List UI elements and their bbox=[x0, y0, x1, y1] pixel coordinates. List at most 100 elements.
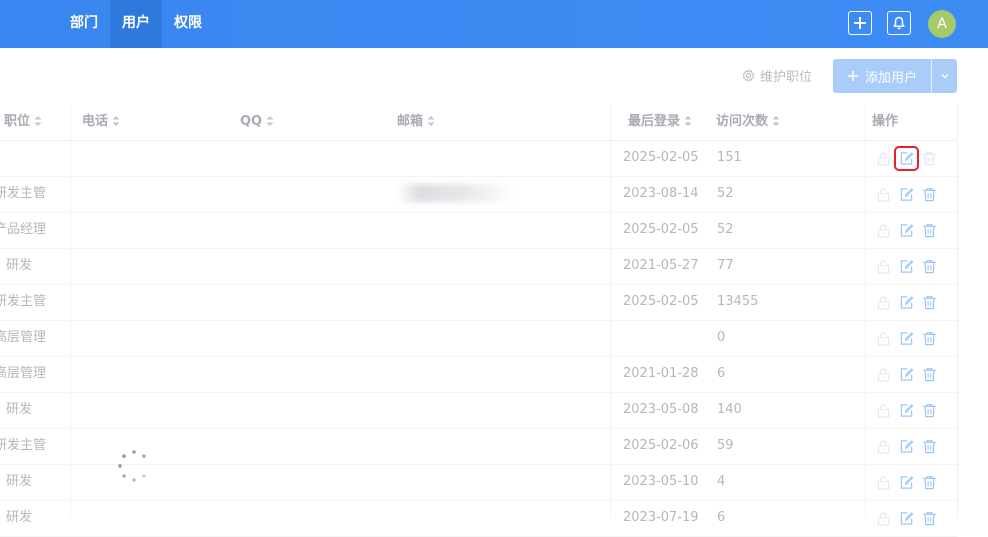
cell-position: 研发 bbox=[6, 474, 33, 489]
user-avatar[interactable]: A bbox=[928, 10, 956, 38]
table-row: 研发 2023-07-19 6 bbox=[0, 500, 957, 537]
sort-icon bbox=[34, 115, 42, 126]
nav-tab-departments[interactable]: 部门 bbox=[60, 0, 108, 48]
table-row: 高层管理 0 bbox=[0, 320, 957, 357]
row-actions bbox=[875, 320, 938, 356]
nav-tab-users[interactable]: 用户 bbox=[110, 0, 162, 48]
add-user-split-button: 添加用户 bbox=[833, 59, 957, 93]
column-header-qq[interactable]: QQ bbox=[240, 104, 275, 140]
top-nav-bar: 部门 用户 权限 A bbox=[0, 0, 988, 48]
delete-button[interactable] bbox=[921, 294, 938, 311]
trash-icon bbox=[923, 367, 936, 381]
maintain-positions-label: 维护职位 bbox=[760, 69, 813, 85]
sort-icon bbox=[772, 115, 780, 126]
cell-last-login: 2025-02-05 bbox=[623, 294, 699, 309]
row-actions bbox=[875, 140, 938, 176]
edit-button[interactable] bbox=[898, 294, 915, 311]
lock-icon bbox=[877, 151, 890, 166]
lock-button[interactable] bbox=[875, 222, 892, 239]
lock-button[interactable] bbox=[875, 366, 892, 383]
delete-button[interactable] bbox=[921, 438, 938, 455]
edit-icon bbox=[900, 295, 914, 309]
cell-visits: 6 bbox=[717, 366, 726, 381]
cell-last-login: 2023-07-19 bbox=[623, 510, 699, 525]
edit-button[interactable] bbox=[898, 474, 915, 491]
edit-button[interactable] bbox=[894, 145, 919, 171]
lock-button[interactable] bbox=[875, 438, 892, 455]
nav-tab-permissions[interactable]: 权限 bbox=[164, 0, 212, 48]
maintain-positions-button[interactable]: 维护职位 bbox=[742, 66, 813, 85]
delete-button[interactable] bbox=[921, 474, 938, 491]
cell-visits: 52 bbox=[717, 186, 734, 201]
delete-button[interactable] bbox=[921, 510, 938, 527]
trash-icon bbox=[923, 151, 936, 165]
delete-button[interactable] bbox=[921, 402, 938, 419]
row-actions bbox=[875, 284, 938, 320]
lock-button[interactable] bbox=[875, 402, 892, 419]
notifications-button[interactable] bbox=[887, 11, 911, 35]
edit-button[interactable] bbox=[898, 402, 915, 419]
edit-button[interactable] bbox=[898, 438, 915, 455]
trash-icon bbox=[923, 331, 936, 345]
loading-spinner-icon bbox=[118, 450, 146, 482]
table-row: 研发主管 2025-02-05 13455 bbox=[0, 284, 957, 321]
delete-button[interactable] bbox=[921, 258, 938, 275]
trash-icon bbox=[923, 295, 936, 309]
cell-visits: 77 bbox=[717, 258, 734, 273]
edit-button[interactable] bbox=[898, 258, 915, 275]
add-button[interactable] bbox=[848, 11, 872, 35]
delete-button[interactable] bbox=[921, 330, 938, 347]
cell-position: 高层管理 bbox=[0, 330, 47, 345]
cell-position: 研发主管 bbox=[0, 294, 47, 309]
lock-icon bbox=[877, 475, 890, 490]
table-row: 2025-02-05 151 bbox=[0, 140, 957, 177]
lock-button[interactable] bbox=[875, 186, 892, 203]
lock-button[interactable] bbox=[875, 150, 892, 167]
cell-visits: 59 bbox=[717, 438, 734, 453]
edit-button[interactable] bbox=[898, 222, 915, 239]
lock-button[interactable] bbox=[875, 294, 892, 311]
row-actions bbox=[875, 248, 938, 284]
cell-last-login: 2025-02-05 bbox=[623, 222, 699, 237]
cell-last-login: 2025-02-06 bbox=[623, 438, 699, 453]
cell-visits: 0 bbox=[717, 330, 726, 345]
column-header-phone[interactable]: 电话 bbox=[82, 104, 121, 140]
row-actions bbox=[875, 500, 938, 536]
lock-button[interactable] bbox=[875, 510, 892, 527]
edit-button[interactable] bbox=[898, 186, 915, 203]
cell-visits: 13455 bbox=[717, 294, 759, 309]
delete-button[interactable] bbox=[921, 366, 938, 383]
column-header-last-login[interactable]: 最后登录 bbox=[628, 104, 693, 140]
table-row: 高层管理 2021-01-28 6 bbox=[0, 356, 957, 393]
delete-button[interactable] bbox=[921, 150, 938, 167]
cell-visits: 6 bbox=[717, 510, 726, 525]
delete-button[interactable] bbox=[921, 222, 938, 239]
redacted-email bbox=[396, 184, 516, 202]
edit-icon bbox=[900, 439, 914, 453]
lock-button[interactable] bbox=[875, 474, 892, 491]
column-header-position[interactable]: 职位 bbox=[4, 104, 43, 140]
add-user-label: 添加用户 bbox=[864, 70, 917, 86]
cell-last-login: 2023-08-14 bbox=[623, 186, 699, 201]
column-header-visits[interactable]: 访问次数 bbox=[716, 104, 781, 140]
edit-icon bbox=[900, 223, 914, 237]
edit-button[interactable] bbox=[898, 510, 915, 527]
add-user-button[interactable]: 添加用户 bbox=[833, 59, 931, 93]
delete-button[interactable] bbox=[921, 186, 938, 203]
edit-icon bbox=[900, 331, 914, 345]
add-user-dropdown-toggle[interactable] bbox=[932, 59, 957, 93]
cell-position: 产品经理 bbox=[0, 222, 47, 237]
lock-icon bbox=[877, 439, 890, 454]
lock-button[interactable] bbox=[875, 258, 892, 275]
edit-button[interactable] bbox=[898, 330, 915, 347]
column-header-email[interactable]: 邮箱 bbox=[397, 104, 436, 140]
lock-button[interactable] bbox=[875, 330, 892, 347]
chevron-down-icon bbox=[941, 74, 948, 79]
sort-icon bbox=[112, 115, 120, 126]
cell-last-login: 2023-05-10 bbox=[623, 474, 699, 489]
lock-icon bbox=[877, 403, 890, 418]
cell-visits: 140 bbox=[717, 402, 742, 417]
sort-icon bbox=[266, 115, 274, 126]
cell-visits: 4 bbox=[717, 474, 726, 489]
edit-button[interactable] bbox=[898, 366, 915, 383]
